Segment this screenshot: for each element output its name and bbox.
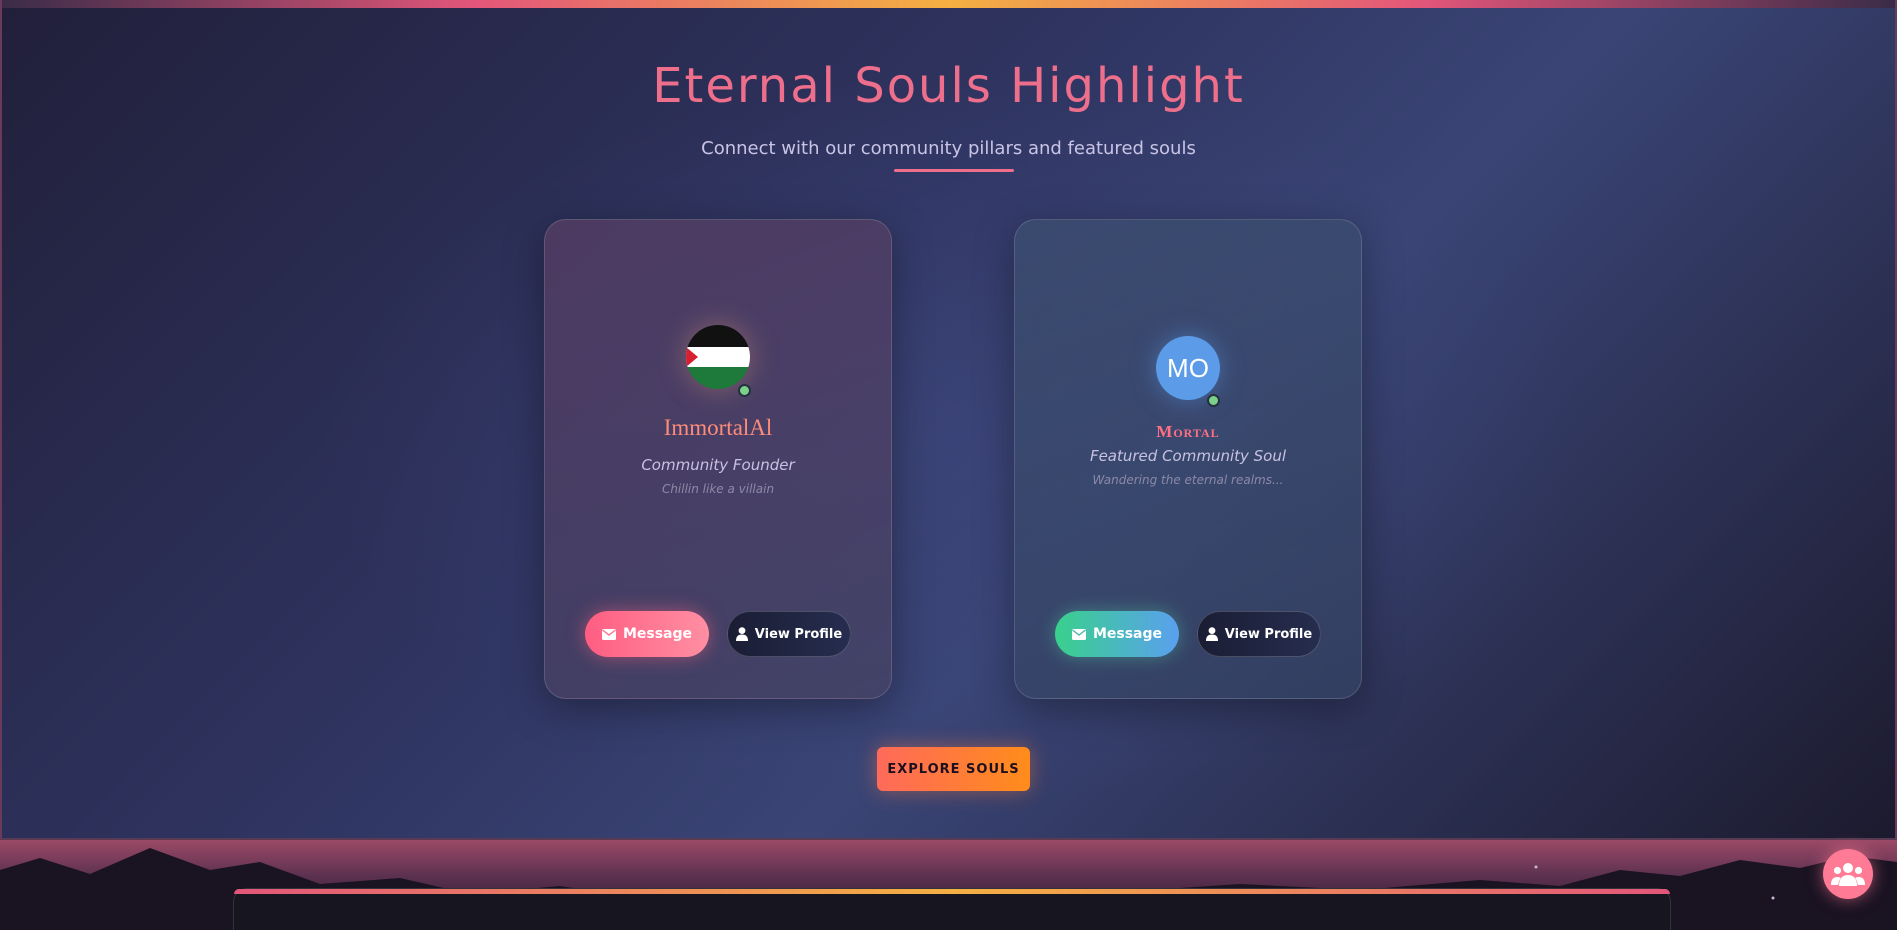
users-group-icon [1831, 863, 1865, 886]
soul-role: Community Founder [641, 456, 795, 474]
soul-card-mortal: MO Mortal Featured Community Soul Wander… [1014, 219, 1362, 699]
view-profile-label: View Profile [1224, 626, 1313, 642]
mail-icon [1071, 628, 1086, 640]
lower-card-gradient-border [234, 889, 1670, 894]
message-button-label: Message [1092, 626, 1163, 642]
message-button[interactable]: Message [585, 611, 709, 657]
panel-gradient-border [2, 0, 1895, 8]
soul-bio: Chillin like a villain [661, 482, 775, 496]
soul-role: Featured Community Soul [1089, 447, 1287, 465]
explore-souls-button[interactable]: EXPLORE SOULS [877, 747, 1030, 791]
title-underline [894, 169, 1014, 172]
message-button[interactable]: Message [1055, 611, 1179, 657]
page: Eternal Souls Highlight Connect with our… [0, 0, 1897, 930]
avatar[interactable]: MO [1156, 336, 1220, 400]
view-profile-button[interactable]: View Profile [1197, 611, 1321, 657]
avatar[interactable] [686, 325, 750, 389]
message-button-label: Message [622, 626, 693, 642]
community-fab-button[interactable] [1823, 849, 1873, 899]
user-icon [1205, 627, 1218, 641]
palestine-flag-icon [686, 325, 750, 389]
user-icon [735, 627, 748, 641]
soul-card-immortalal: ImmortalAl Community Founder Chillin lik… [544, 219, 892, 699]
soul-bio: Wandering the eternal realms... [1092, 473, 1284, 487]
view-profile-label: View Profile [754, 626, 843, 642]
mail-icon [601, 628, 616, 640]
lower-section-card [233, 888, 1671, 930]
online-status-dot [738, 384, 751, 397]
souls-highlight-panel: Eternal Souls Highlight Connect with our… [0, 0, 1897, 840]
soul-name[interactable]: ImmortalAl [545, 415, 891, 441]
page-title: Eternal Souls Highlight [652, 58, 1245, 114]
online-status-dot [1207, 394, 1220, 407]
avatar-initials: MO [1156, 336, 1220, 400]
view-profile-button[interactable]: View Profile [727, 611, 851, 657]
soul-name[interactable]: Mortal [1015, 422, 1361, 442]
page-subtitle: Connect with our community pillars and f… [701, 138, 1196, 159]
